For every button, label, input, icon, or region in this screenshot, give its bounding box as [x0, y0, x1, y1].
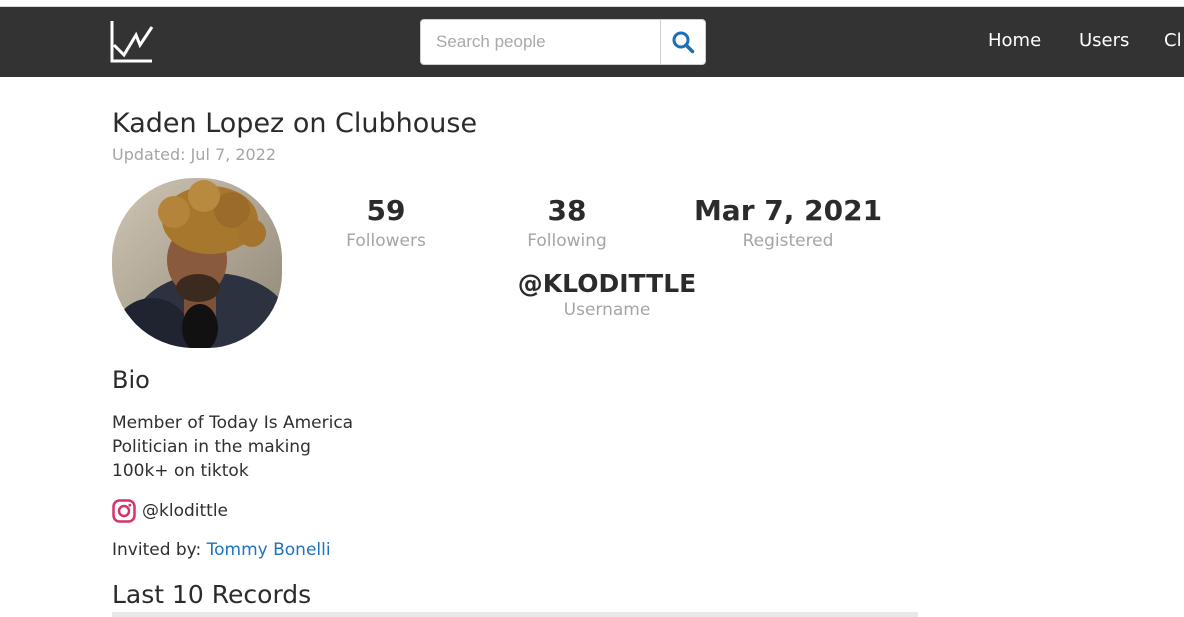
search-icon: [672, 31, 695, 54]
bio-line: 100k+ on tiktok: [112, 461, 249, 481]
nav-home[interactable]: Home: [988, 31, 1041, 51]
registered-date: Mar 7, 2021: [693, 194, 883, 227]
username-stat: @KLODITTLE Username: [497, 269, 717, 320]
bio-heading: Bio: [112, 366, 150, 394]
search-button[interactable]: [660, 20, 705, 64]
following-stat: 38 Following: [507, 194, 627, 251]
instagram-icon: [112, 499, 136, 523]
instagram-link[interactable]: @klodittle: [112, 499, 228, 523]
registered-stat: Mar 7, 2021 Registered: [688, 194, 888, 251]
registered-label: Registered: [742, 231, 834, 251]
records-heading: Last 10 Records: [112, 580, 312, 609]
following-label: Following: [527, 231, 607, 251]
invited-label: Invited by:: [112, 540, 207, 560]
avatar: [112, 178, 282, 348]
search-input[interactable]: [422, 21, 660, 63]
records-divider: [112, 612, 918, 617]
nav-users[interactable]: Users: [1079, 31, 1129, 51]
followers-stat: 59 Followers: [326, 194, 446, 251]
instagram-handle[interactable]: @klodittle: [142, 501, 228, 521]
search-box: [420, 19, 706, 65]
invited-by: Invited by: Tommy Bonelli: [112, 540, 331, 560]
username-value: @KLODITTLE: [517, 269, 697, 298]
top-border: [0, 0, 1184, 7]
username-label: Username: [563, 300, 651, 320]
bio-line: Politician in the making: [112, 437, 311, 457]
nav-clubs[interactable]: Cl: [1164, 31, 1182, 51]
navbar: Home Users Cl: [0, 7, 1184, 77]
following-count: 38: [547, 194, 587, 227]
page-title: Kaden Lopez on Clubhouse: [112, 108, 478, 139]
inviter-link[interactable]: Tommy Bonelli: [207, 540, 331, 560]
bio-line: Member of Today Is America: [112, 413, 354, 433]
followers-label: Followers: [346, 231, 426, 251]
updated-date: Updated: Jul 7, 2022: [112, 145, 277, 164]
followers-count: 59: [366, 194, 406, 227]
avatar-photo: [112, 178, 282, 348]
chart-line-icon[interactable]: [110, 19, 154, 63]
